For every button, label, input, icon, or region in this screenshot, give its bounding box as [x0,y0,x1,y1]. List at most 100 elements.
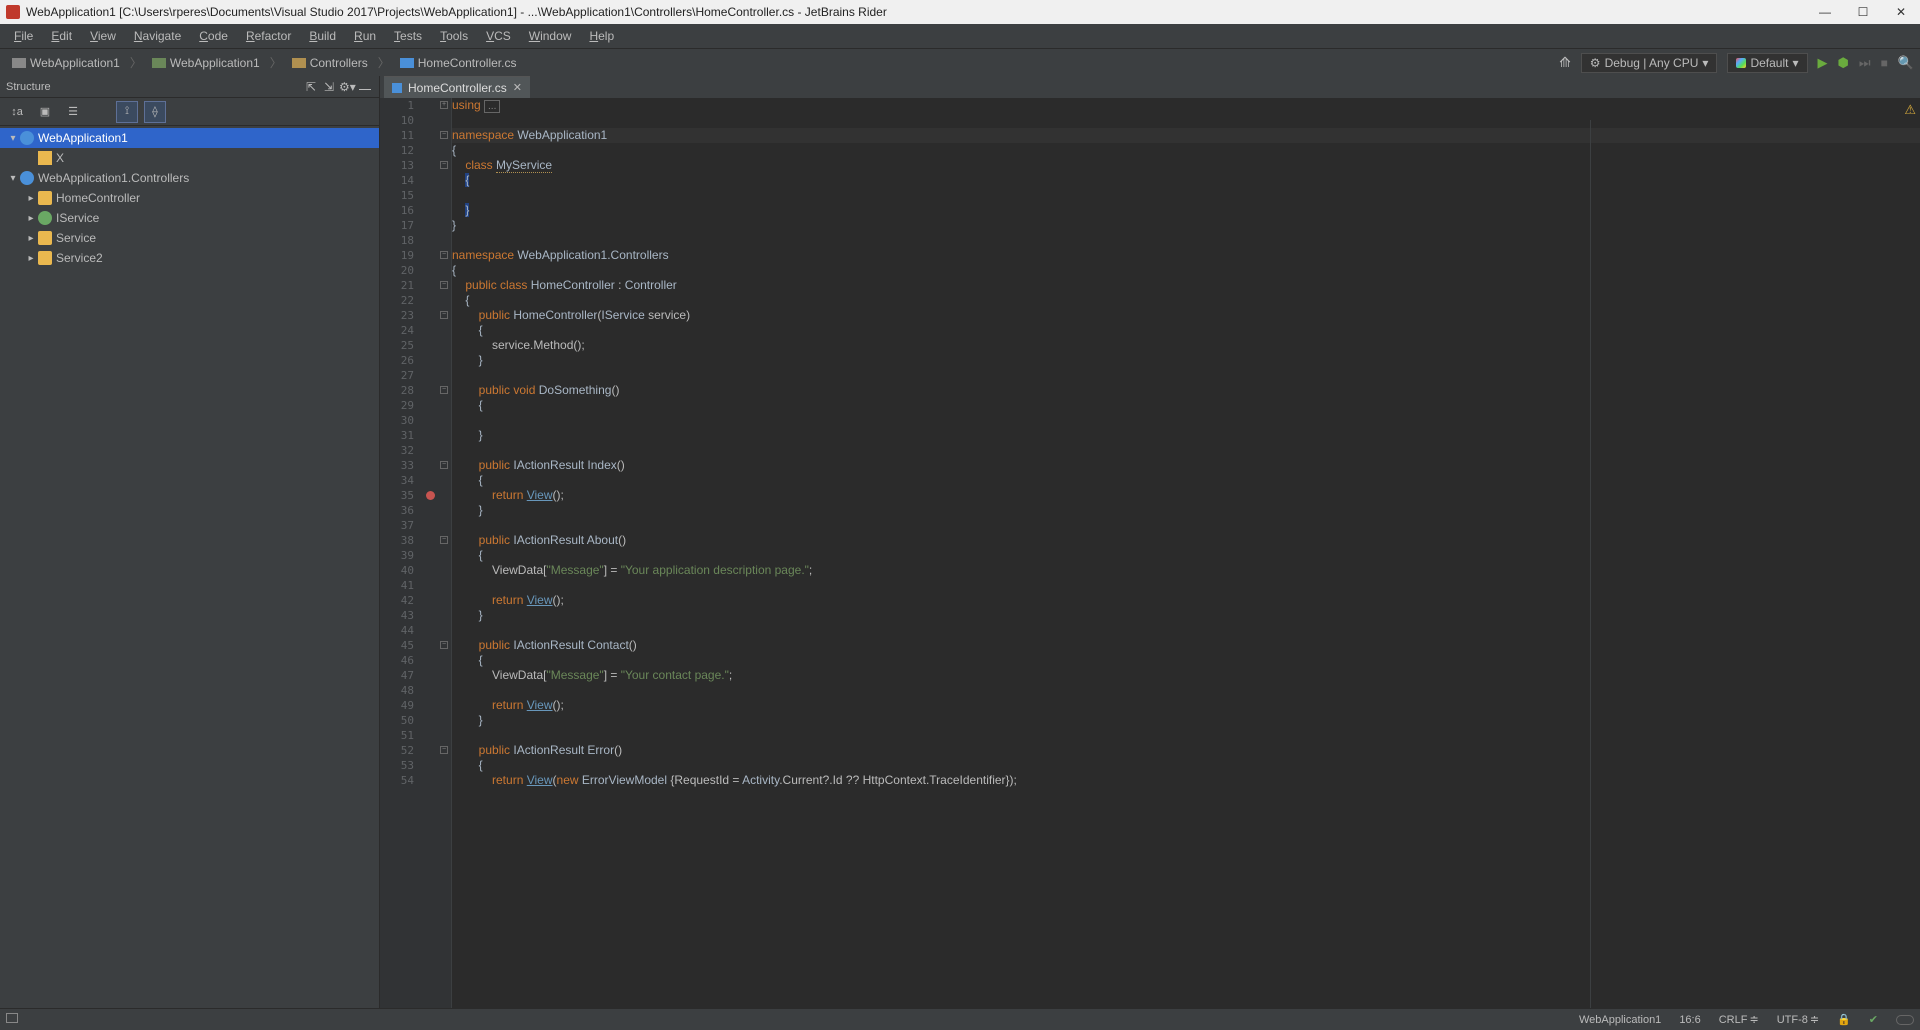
editor-tab[interactable]: HomeController.cs ✕ [384,76,530,98]
tree-node[interactable]: ▸Service [0,228,379,248]
fold-gutter[interactable]: + − − − − − − − − − − [438,98,452,1008]
minimize-button[interactable]: — [1818,5,1832,19]
menu-view[interactable]: View [82,26,124,46]
status-ok-icon[interactable]: ✔ [1869,1013,1878,1026]
debug-button[interactable]: ⬢ [1838,55,1849,71]
structure-toolbar: ↕a ▣ ☰ ⟟ ⟠ [0,98,379,126]
tree-arrow-icon[interactable]: ▾ [6,133,20,144]
fold-marker-icon[interactable]: − [440,461,448,469]
tree-node-label: X [56,151,64,165]
search-icon[interactable]: 🔍 [1898,55,1914,71]
status-encoding[interactable]: UTF-8≑ [1777,1013,1819,1026]
step-button[interactable]: ⏭ [1859,55,1871,71]
settings-icon[interactable]: ⚙▾ [339,80,355,94]
group-button-1[interactable]: ⟟ [116,101,138,123]
lock-icon[interactable]: 🔒 [1837,1013,1851,1026]
menu-run[interactable]: Run [346,26,384,46]
structure-tree[interactable]: ▾WebApplication1 X ▾WebApplication1.Contro… [0,126,379,1008]
editor-tab-label: HomeController.cs [408,81,507,95]
tree-node-label: Service2 [56,251,103,265]
fold-marker-icon[interactable]: + [440,101,448,109]
chevron-down-icon: ▾ [1702,56,1708,70]
close-button[interactable]: ✕ [1894,5,1908,19]
filter-button-2[interactable]: ☰ [62,101,84,123]
fold-marker-icon[interactable]: − [440,386,448,394]
tree-arrow-icon[interactable]: ▾ [6,173,20,184]
tree-arrow-icon[interactable]: ▸ [24,193,38,204]
run-button[interactable]: ▶ [1818,55,1828,71]
breakpoint-icon[interactable] [426,491,435,500]
menu-vcs[interactable]: VCS [478,26,519,46]
hide-icon[interactable]: ⎼ [357,79,373,94]
csharp-file-icon [392,83,402,93]
menu-edit[interactable]: Edit [43,26,80,46]
tree-arrow-icon[interactable]: ▸ [24,233,38,244]
fold-marker-icon[interactable]: − [440,161,448,169]
navigation-bar: WebApplication1〉WebApplication1〉Controll… [0,48,1920,76]
menu-navigate[interactable]: Navigate [126,26,189,46]
cls-icon [38,251,52,265]
code-editor[interactable]: 1101112131415161718192021222324252627282… [380,98,1920,1008]
tree-node[interactable]: ▾WebApplication1 [0,128,379,148]
expand-all-icon[interactable]: ⇱ [303,80,319,94]
window-title: WebApplication1 [C:\Users\rperes\Documen… [26,5,1818,19]
fld-icon [292,58,306,68]
tree-node[interactable]: X [0,148,379,168]
fold-marker-icon[interactable]: − [440,131,448,139]
tree-arrow-icon[interactable]: ▸ [24,213,38,224]
breadcrumb[interactable]: HomeController.cs [394,53,523,73]
warning-indicator-icon[interactable]: ⚠ [1904,102,1916,118]
title-bar: WebApplication1 [C:\Users\rperes\Documen… [0,0,1920,24]
cls-icon [38,191,52,205]
status-line-separator[interactable]: CRLF≑ [1719,1013,1759,1026]
gear-icon: ⚙ [1590,56,1601,70]
tree-node[interactable]: ▾WebApplication1.Controllers [0,168,379,188]
menu-window[interactable]: Window [521,26,580,46]
menu-bar: FileEditViewNavigateCodeRefactorBuildRun… [0,24,1920,48]
run-configuration-dropdown[interactable]: ⚙Debug | Any CPU▾ [1581,53,1718,73]
tool-window-icon[interactable] [6,1013,18,1023]
stop-button[interactable]: ■ [1881,56,1888,70]
structure-tool-window: Structure ⇱ ⇲ ⚙▾ ⎼ ↕a ▣ ☰ ⟟ ⟠ ▾WebApplic… [0,76,380,1008]
status-caret-position[interactable]: 16:6 [1679,1014,1700,1026]
breadcrumb[interactable]: Controllers [286,53,374,73]
maximize-button[interactable]: ☐ [1856,5,1870,19]
menu-refactor[interactable]: Refactor [238,26,299,46]
breadcrumb[interactable]: WebApplication1 [146,53,266,73]
svcx-icon [38,151,52,165]
fold-marker-icon[interactable]: − [440,746,448,754]
build-solution-button[interactable]: ⟰ [1559,54,1571,71]
group-button-2[interactable]: ⟠ [144,101,166,123]
breakpoint-gutter[interactable] [422,98,438,1008]
fold-marker-icon[interactable]: − [440,536,448,544]
target-dropdown[interactable]: Default▾ [1727,53,1807,73]
fold-marker-icon[interactable]: − [440,311,448,319]
menu-build[interactable]: Build [301,26,344,46]
menu-code[interactable]: Code [191,26,236,46]
tree-arrow-icon[interactable]: ▸ [24,253,38,264]
menu-file[interactable]: File [6,26,41,46]
tree-node[interactable]: ▸ Service2 [0,248,379,268]
tree-node[interactable]: ▸ IService [0,208,379,228]
sort-button[interactable]: ↕a [6,101,28,123]
breadcrumb[interactable]: WebApplication1 [6,53,126,73]
int-icon [38,211,52,225]
menu-tests[interactable]: Tests [386,26,430,46]
fold-marker-icon[interactable]: − [440,281,448,289]
close-tab-icon[interactable]: ✕ [513,81,522,94]
chevron-down-icon: ▾ [1792,56,1798,70]
status-indicator-icon[interactable] [1896,1015,1914,1025]
structure-title: Structure [6,81,301,93]
tree-node-label: IService [56,211,99,225]
filter-button-1[interactable]: ▣ [34,101,56,123]
fold-marker-icon[interactable]: − [440,641,448,649]
ns-icon [20,131,34,145]
fold-marker-icon[interactable]: − [440,251,448,259]
tree-node[interactable]: ▸HomeController [0,188,379,208]
platform-icon [1736,58,1746,68]
collapse-all-icon[interactable]: ⇲ [321,80,337,94]
cls-icon [38,231,52,245]
status-project[interactable]: WebApplication1 [1579,1014,1661,1026]
menu-tools[interactable]: Tools [432,26,476,46]
menu-help[interactable]: Help [581,26,622,46]
